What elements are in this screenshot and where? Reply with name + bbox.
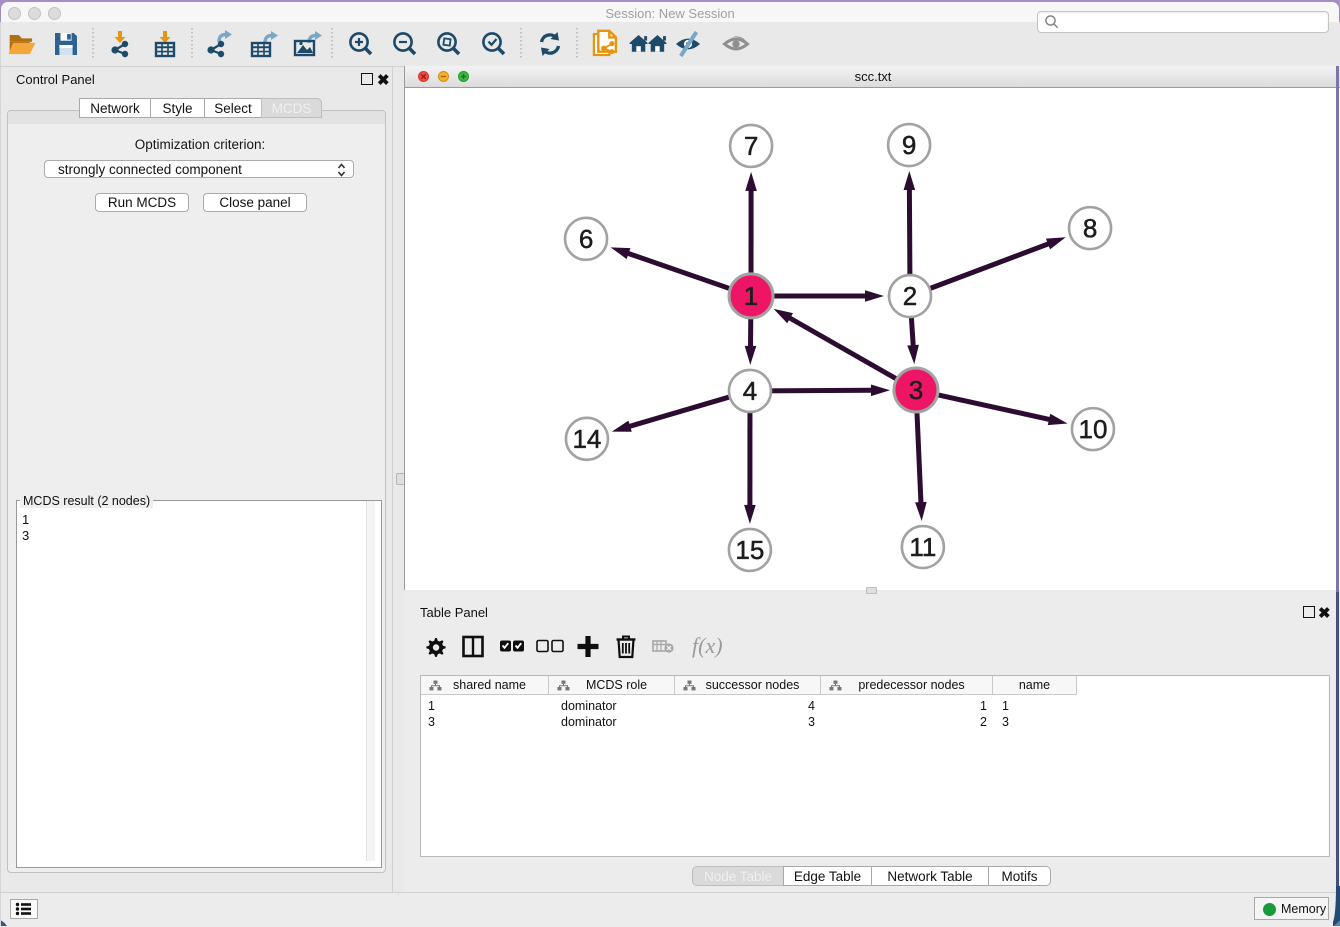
svg-text:15: 15 bbox=[735, 535, 764, 565]
svg-text:14: 14 bbox=[572, 424, 601, 454]
svg-text:3: 3 bbox=[909, 375, 923, 405]
svg-text:f(x): f(x) bbox=[692, 633, 723, 658]
svg-text:2: 2 bbox=[903, 281, 917, 311]
svg-text:9: 9 bbox=[902, 130, 916, 160]
svg-text:7: 7 bbox=[744, 131, 758, 161]
svg-text:6: 6 bbox=[579, 224, 593, 254]
svg-text:1: 1 bbox=[744, 281, 758, 311]
svg-text:11: 11 bbox=[909, 532, 936, 562]
svg-text:4: 4 bbox=[743, 376, 757, 406]
svg-text:8: 8 bbox=[1083, 213, 1097, 243]
svg-text:10: 10 bbox=[1078, 414, 1107, 444]
